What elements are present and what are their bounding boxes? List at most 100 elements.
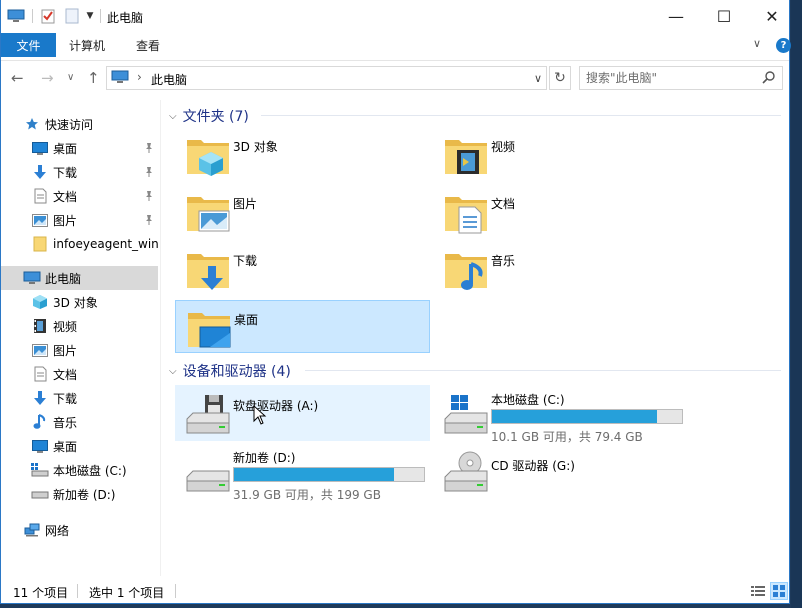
tiles-view-button[interactable] (770, 582, 788, 600)
nav-quick-pictures[interactable]: 图片 (1, 208, 158, 232)
video-folder-icon (443, 132, 489, 178)
drive-free-space: 31.9 GB 可用，共 199 GB (233, 488, 381, 502)
close-button[interactable]: ✕ (749, 0, 795, 32)
nav-pc-documents[interactable]: 文档 (1, 362, 158, 386)
group-header-folders[interactable]: ⌵ 文件夹 (7) (169, 106, 249, 126)
tab-file[interactable]: 文件 (1, 33, 56, 57)
pin-icon[interactable] (144, 142, 154, 157)
drive-tile-a[interactable]: 软盘驱动器 (A:) (175, 385, 430, 441)
folder-tile-3d-objects[interactable]: 3D 对象 (175, 128, 430, 181)
group-divider (261, 115, 781, 116)
nav-label: 文档 (53, 367, 78, 382)
drive-name: 本地磁盘 (C:) (491, 393, 565, 407)
file-explorer-window: ▼ 此电脑 — ☐ ✕ 文件 计算机 查看 ∨ ? ← → ∨ ↑ › 此电脑 … (0, 0, 791, 604)
folder-tile-documents[interactable]: 文档 (433, 185, 688, 238)
back-button[interactable]: ← (11, 69, 24, 87)
system-drive-icon (31, 461, 49, 479)
new-folder-icon[interactable] (63, 7, 81, 25)
drive-tile-d[interactable]: 新加卷 (D:) 31.9 GB 可用，共 199 GB (175, 443, 430, 503)
chevron-down-icon[interactable]: ⌵ (169, 111, 177, 122)
music-icon (31, 413, 49, 431)
nav-label: 下载 (53, 165, 78, 180)
cube-folder-icon (185, 132, 231, 178)
up-button[interactable]: ↑ (87, 69, 100, 87)
this-pc-icon[interactable] (7, 7, 25, 25)
navigation-pane: 快速访问 桌面 下载 文档 图片 infoeyeagent_win6 此电脑 3… (1, 100, 158, 576)
nav-this-pc[interactable]: 此电脑 (1, 266, 158, 290)
content-pane: ⌵ 文件夹 (7) 3D 对象 视频 图片 文档 下载 音乐 桌面 ⌵ 设备和驱… (161, 100, 789, 576)
nav-pc-videos[interactable]: 视频 (1, 314, 158, 338)
folder-tile-pictures[interactable]: 图片 (175, 185, 430, 238)
help-icon[interactable]: ? (776, 38, 791, 53)
nav-pc-desktop[interactable]: 桌面 (1, 434, 158, 458)
breadcrumb-this-pc[interactable]: 此电脑 (151, 71, 187, 88)
folder-tile-downloads[interactable]: 下载 (175, 242, 430, 295)
nav-label: 桌面 (53, 439, 78, 454)
desktop-icon (31, 437, 49, 455)
music-folder-icon (443, 246, 489, 292)
tab-computer[interactable]: 计算机 (69, 37, 105, 54)
recent-locations-button[interactable]: ∨ (67, 72, 74, 83)
expand-ribbon-icon[interactable]: ∨ (753, 37, 761, 50)
refresh-button[interactable]: ↻ (549, 66, 571, 90)
this-pc-icon (23, 269, 41, 287)
download-folder-icon (185, 246, 231, 292)
drive-usage-bar (233, 467, 425, 482)
tab-view[interactable]: 查看 (136, 37, 160, 54)
nav-pc-pictures[interactable]: 图片 (1, 338, 158, 362)
nav-quick-desktop[interactable]: 桌面 (1, 136, 158, 160)
nav-quick-infoeyeagent[interactable]: infoeyeagent_win6 (1, 232, 158, 256)
breadcrumb-separator: › (137, 70, 142, 84)
details-view-button[interactable] (749, 582, 767, 600)
drive-tile-c[interactable]: 本地磁盘 (C:) 10.1 GB 可用，共 79.4 GB (433, 385, 688, 444)
folder-tile-music[interactable]: 音乐 (433, 242, 688, 295)
drive-tile-g[interactable]: CD 驱动器 (G:) (433, 443, 688, 503)
item-count: 11 个项目 (13, 586, 69, 600)
address-row: ← → ∨ ↑ › 此电脑 ∨ ↻ (1, 60, 789, 94)
details-view-icon (751, 586, 765, 596)
maximize-button[interactable]: ☐ (701, 0, 747, 32)
nav-label: 快速访问 (45, 117, 94, 132)
drive-name: 新加卷 (D:) (233, 451, 296, 465)
nav-label: 图片 (53, 213, 78, 228)
nav-quick-access[interactable]: 快速访问 (1, 112, 158, 136)
nav-network[interactable]: 网络 (1, 518, 158, 542)
search-input[interactable] (586, 70, 756, 86)
pin-icon[interactable] (144, 214, 154, 229)
address-bar[interactable]: › 此电脑 (106, 66, 547, 90)
picture-folder-icon (185, 189, 231, 235)
properties-icon[interactable] (39, 7, 57, 25)
desktop-folder-icon (186, 305, 232, 351)
nav-pc-drive-c[interactable]: 本地磁盘 (C:) (1, 458, 158, 482)
minimize-button[interactable]: — (653, 0, 699, 32)
customize-toolbar-icon[interactable]: ▼ (85, 7, 95, 25)
folder-icon (31, 235, 49, 253)
cd-drive-icon (443, 449, 489, 495)
drive-icon (31, 485, 49, 503)
window-title: 此电脑 (107, 11, 144, 25)
search-icon[interactable] (762, 70, 776, 87)
nav-quick-downloads[interactable]: 下载 (1, 160, 158, 184)
nav-pc-drive-d[interactable]: 新加卷 (D:) (1, 482, 158, 506)
pin-icon[interactable] (144, 190, 154, 205)
nav-label: 音乐 (53, 415, 78, 430)
nav-quick-documents[interactable]: 文档 (1, 184, 158, 208)
folder-tile-desktop[interactable]: 桌面 (175, 300, 430, 353)
search-box[interactable] (579, 66, 783, 90)
nav-pc-music[interactable]: 音乐 (1, 410, 158, 434)
chevron-down-icon[interactable]: ⌵ (169, 366, 177, 377)
download-icon (31, 163, 49, 181)
nav-pc-downloads[interactable]: 下载 (1, 386, 158, 410)
cube-icon (31, 293, 49, 311)
drive-usage-bar (491, 409, 683, 424)
forward-button[interactable]: → (41, 69, 54, 87)
nav-label: 视频 (53, 319, 78, 334)
ribbon-tabs: 文件 计算机 查看 ∨ ? (1, 33, 791, 57)
pin-icon[interactable] (144, 166, 154, 181)
group-header-drives[interactable]: ⌵ 设备和驱动器 (4) (169, 361, 291, 381)
address-dropdown-button[interactable]: ∨ (529, 66, 547, 90)
folder-tile-videos[interactable]: 视频 (433, 128, 688, 181)
document-icon (31, 187, 49, 205)
status-bar: 11 个项目 选中 1 个项目 (1, 578, 789, 604)
nav-pc-3d-objects[interactable]: 3D 对象 (1, 290, 158, 314)
